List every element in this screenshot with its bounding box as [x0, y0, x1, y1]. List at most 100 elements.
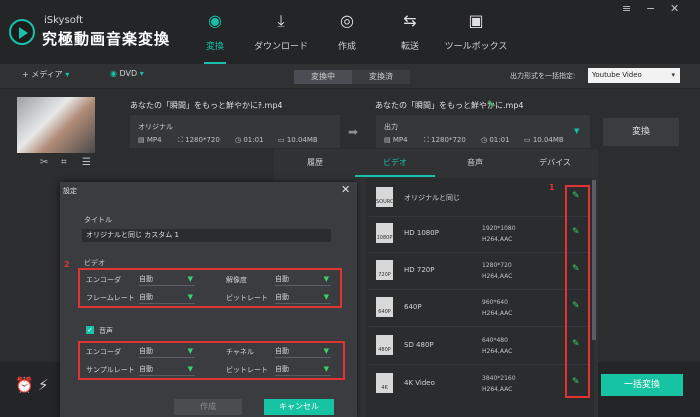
- chevron-down-icon: ▾: [139, 69, 144, 78]
- speed-icon[interactable]: ⚡: [38, 376, 49, 394]
- chevron-down-icon: ▾: [671, 71, 675, 79]
- tab-history[interactable]: 履歴: [275, 157, 355, 168]
- format-name: SD 480P: [404, 341, 434, 349]
- nav-transfer-label: 転送: [400, 42, 419, 52]
- original-format: ▤ MP4: [138, 136, 162, 144]
- video-section-label: ビデオ: [84, 259, 105, 267]
- output-format: ▤ MP4: [384, 136, 408, 144]
- chevron-down-icon: ▼: [187, 275, 193, 283]
- output-size: ▭ 10.04MB: [524, 136, 564, 144]
- chevron-down-icon: ▼: [187, 365, 193, 373]
- create-button[interactable]: 作成: [174, 399, 242, 415]
- format-name: 4K Video: [404, 379, 435, 387]
- format-name: オリジナルと同じ: [404, 194, 460, 202]
- arrow-right-icon: ➡: [348, 125, 359, 139]
- nav-burn[interactable]: ◎ 作成: [312, 10, 382, 60]
- disc-icon: ◉: [110, 69, 117, 78]
- effects-icon[interactable]: ☰: [82, 157, 91, 168]
- tab-video[interactable]: ビデオ: [355, 157, 435, 168]
- format-item-4k[interactable]: 4K 4K Video 3840*2160 H264,AAC ✎: [368, 366, 588, 402]
- minimize-icon[interactable]: −: [646, 2, 655, 15]
- window-close-icon[interactable]: ✕: [670, 2, 679, 15]
- tab-converted[interactable]: 変換済: [352, 70, 410, 84]
- edit-name-icon[interactable]: ✎: [487, 100, 495, 110]
- original-duration: ◷ 01:01: [235, 136, 264, 144]
- output-format-value: Youtube Video: [592, 71, 642, 79]
- audio-bitrate-select[interactable]: 自動 ▼: [275, 364, 331, 376]
- video-thumbnail[interactable]: [17, 97, 95, 153]
- nav-toolbox[interactable]: ▣ ツールボックス: [441, 10, 511, 60]
- nav-download-label: ダウンロード: [253, 42, 308, 52]
- chevron-down-icon: ▼: [187, 293, 193, 301]
- nav-convert[interactable]: ◉ 変換: [180, 10, 250, 64]
- app-logo-icon: [9, 19, 35, 45]
- add-media-label: + メディア: [22, 70, 63, 79]
- format-item-source[interactable]: SOURCE オリジナルと同じ ✎: [368, 180, 588, 217]
- tab-audio[interactable]: 音声: [435, 157, 515, 168]
- chevron-down-icon: ▼: [323, 347, 329, 355]
- tab-device[interactable]: デバイス: [515, 157, 595, 168]
- dialog-close-icon[interactable]: ✕: [341, 183, 350, 196]
- framerate-label: フレームレート: [86, 294, 135, 302]
- output-format-select[interactable]: Youtube Video ▾: [588, 68, 680, 83]
- tab-converting[interactable]: 変換中: [294, 70, 352, 84]
- hd-1080p-icon: 1080P: [376, 223, 393, 243]
- chevron-down-icon: ▼: [323, 365, 329, 373]
- dvd-button[interactable]: ◉ DVD ▾: [110, 69, 144, 78]
- schedule-icon[interactable]: ⏰: [15, 376, 34, 394]
- framerate-select[interactable]: 自動 ▼: [139, 292, 195, 304]
- chevron-down-icon: ▼: [323, 293, 329, 301]
- format-item-720p[interactable]: 720P HD 720P 1280*720 H264,AAC ✎: [368, 253, 588, 290]
- nav-transfer[interactable]: ⇆ 転送: [375, 10, 445, 60]
- channel-select[interactable]: 自動 ▼: [275, 346, 331, 358]
- annotation-number-1: 1: [549, 183, 555, 192]
- output-dropdown-icon[interactable]: ▼: [574, 127, 579, 135]
- channel-label: チャネル: [226, 348, 254, 356]
- menu-icon[interactable]: ≡: [622, 2, 631, 15]
- toolbox-icon: ▣: [468, 11, 484, 30]
- samplerate-select[interactable]: 自動 ▼: [139, 364, 195, 376]
- format-name: HD 1080P: [404, 229, 439, 237]
- annotation-number-2: 2: [64, 260, 70, 269]
- output-duration: ◷ 01:01: [481, 136, 510, 144]
- video-encoder-select[interactable]: 自動 ▼: [139, 274, 195, 286]
- 4k-icon: 4K: [376, 373, 393, 393]
- nav-download[interactable]: ⤓ ダウンロード: [246, 10, 316, 60]
- format-item-640p[interactable]: 640P 640P 960*640 H264,AAC ✎: [368, 290, 588, 327]
- output-info[interactable]: 出力 ▤ MP4 ⛶ 1280*720 ◷ 01:01 ▭ 10.04MB: [376, 115, 590, 148]
- format-list-scrollbar[interactable]: [592, 180, 596, 340]
- sd-480p-icon: 480P: [376, 335, 393, 355]
- bulk-convert-button[interactable]: 一括変換: [601, 374, 683, 396]
- format-item-1080p[interactable]: 1080P HD 1080P 1920*1080 H264,AAC ✎: [368, 216, 588, 253]
- source-filename: あなたの「瞬間」をもっと鮮やかにﾁ.mp4: [130, 101, 283, 110]
- cancel-button[interactable]: キャンセル: [264, 399, 334, 415]
- resolution-select[interactable]: 自動 ▼: [275, 274, 331, 286]
- title-label: タイトル: [84, 216, 112, 224]
- trim-icon[interactable]: ✂: [40, 157, 48, 168]
- hd-720p-icon: 720P: [376, 260, 393, 280]
- original-info: オリジナル ▤ MP4 ⛶ 1280*720 ◷ 01:01 ▭ 10.04MB: [130, 115, 340, 148]
- source-format-icon: SOURCE: [376, 187, 397, 207]
- convert-button[interactable]: 変換: [603, 118, 679, 146]
- add-media-button[interactable]: + メディア ▾: [22, 69, 69, 80]
- convert-icon: ◉: [208, 11, 222, 30]
- format-item-480p[interactable]: 480P SD 480P 640*480 H264,AAC ✎: [368, 328, 588, 365]
- crop-icon[interactable]: ⌗: [61, 157, 67, 168]
- 640p-icon: 640P: [376, 297, 393, 317]
- format-spec: 960*640 H264,AAC: [482, 299, 513, 317]
- audio-encoder-select[interactable]: 自動 ▼: [139, 346, 195, 358]
- title-input[interactable]: オリジナルと同じ カスタム 1: [82, 229, 331, 242]
- samplerate-label: サンプルレート: [86, 366, 135, 374]
- transfer-icon: ⇆: [403, 11, 417, 30]
- nav-burn-label: 作成: [337, 42, 356, 52]
- audio-section-label: 音声: [99, 327, 113, 335]
- format-spec: 1280*720 H264,AAC: [482, 262, 513, 280]
- active-tab-underline: [355, 175, 435, 177]
- resolution-label: 解像度: [226, 276, 247, 284]
- nav-toolbox-label: ツールボックス: [444, 42, 508, 52]
- audio-checkbox[interactable]: ✓: [86, 326, 94, 334]
- target-filename: あなたの「瞬間」をもっと鮮やかに.mp4: [375, 101, 524, 110]
- video-bitrate-select[interactable]: 自動 ▼: [275, 292, 331, 304]
- format-spec: 3840*2160 H264,AAC: [482, 375, 516, 393]
- audio-encoder-label: エンコーダ: [86, 348, 121, 356]
